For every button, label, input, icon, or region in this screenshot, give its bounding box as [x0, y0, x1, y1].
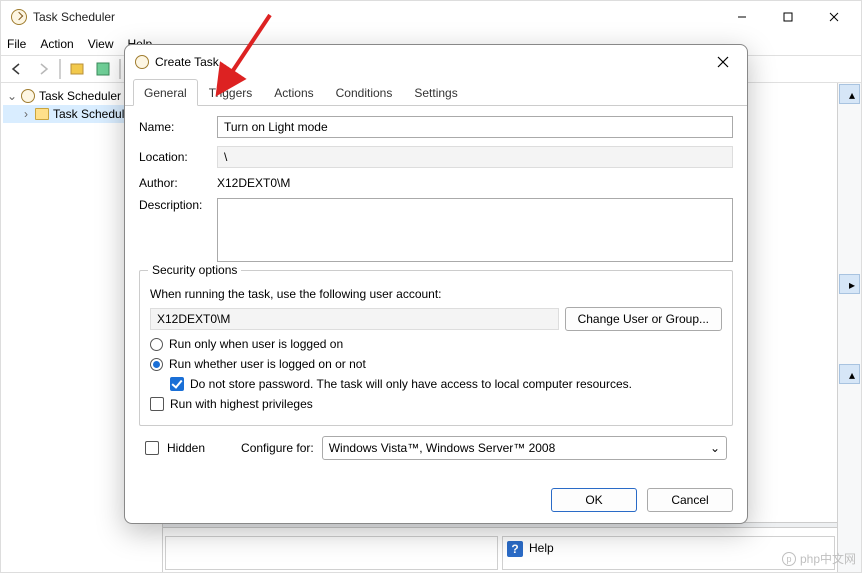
separator [119, 59, 121, 79]
actions-header-1[interactable]: ▴ [839, 84, 860, 104]
actions-header-2[interactable]: ▸ [839, 274, 860, 294]
actions-header-3[interactable]: ▴ [839, 364, 860, 384]
dialog-close-button[interactable] [709, 48, 737, 76]
watermark-text: php中文网 [800, 550, 856, 567]
chevron-right-icon: ▸ [849, 278, 855, 292]
hidden-label: Hidden [167, 441, 205, 455]
name-label: Name: [139, 120, 217, 134]
checkbox-do-not-store[interactable] [170, 377, 184, 391]
menu-view[interactable]: View [88, 37, 114, 51]
change-user-button[interactable]: Change User or Group... [565, 307, 722, 331]
checkbox-highest-priv-label: Run with highest privileges [170, 397, 313, 411]
description-input[interactable] [217, 198, 733, 262]
separator [59, 59, 61, 79]
tab-settings[interactable]: Settings [403, 79, 468, 106]
checkbox-highest-priv[interactable] [150, 397, 164, 411]
toolbar-btn-2[interactable] [91, 57, 115, 81]
bottom-panel: ? Help [163, 534, 837, 572]
dialog-buttons: OK Cancel [125, 477, 747, 523]
chevron-up-icon: ▴ [849, 88, 855, 102]
location-value: \ [217, 146, 733, 168]
author-label: Author: [139, 176, 217, 190]
radio-run-whether-label: Run whether user is logged on or not [169, 357, 366, 371]
help-label[interactable]: Help [529, 541, 554, 555]
tab-triggers[interactable]: Triggers [198, 79, 264, 106]
minimize-button[interactable] [719, 1, 765, 33]
author-value: X12DEXT0\M [217, 176, 733, 190]
menu-file[interactable]: File [7, 37, 26, 51]
tree-child-label: Task Schedule [53, 107, 131, 121]
menu-action[interactable]: Action [40, 37, 73, 51]
maximize-button[interactable] [765, 1, 811, 33]
location-label: Location: [139, 150, 217, 164]
forward-button[interactable] [31, 57, 55, 81]
app-icon [11, 9, 27, 25]
configure-for-select[interactable]: Windows Vista™, Windows Server™ 2008 ⌄ [322, 436, 727, 460]
when-running-label: When running the task, use the following… [150, 287, 442, 301]
dialog-titlebar: Create Task [125, 45, 747, 79]
ok-button[interactable]: OK [551, 488, 637, 512]
folder-icon [35, 108, 49, 120]
security-legend: Security options [148, 263, 241, 277]
configure-for-value: Windows Vista™, Windows Server™ 2008 [329, 441, 556, 455]
title-bar: Task Scheduler [1, 1, 861, 33]
dialog-icon [135, 55, 149, 69]
help-icon: ? [507, 541, 523, 557]
configure-for-label: Configure for: [241, 441, 314, 455]
cancel-button[interactable]: Cancel [647, 488, 733, 512]
close-button[interactable] [811, 1, 857, 33]
scheduler-icon [21, 89, 35, 103]
tab-actions[interactable]: Actions [263, 79, 324, 106]
radio-run-logged-on-label: Run only when user is logged on [169, 337, 343, 351]
tab-general[interactable]: General [133, 79, 198, 106]
create-task-dialog: Create Task General Triggers Actions Con… [124, 44, 748, 524]
chevron-down-icon: ⌄ [710, 441, 720, 455]
actions-pane: ▴ ▸ ▴ [837, 83, 861, 572]
tab-body: Name: Location: \ Author: X12DEXT0\M Des… [125, 106, 747, 477]
back-button[interactable] [5, 57, 29, 81]
tree-root-label: Task Scheduler (L [39, 89, 135, 103]
bottom-left [165, 536, 498, 570]
expand-icon[interactable]: › [21, 107, 31, 121]
checkbox-do-not-store-label: Do not store password. The task will onl… [190, 377, 632, 391]
tab-strip: General Triggers Actions Conditions Sett… [125, 79, 747, 106]
watermark-icon: p [782, 552, 796, 566]
toolbar-btn-1[interactable] [65, 57, 89, 81]
radio-run-logged-on[interactable] [150, 338, 163, 351]
account-field: X12DEXT0\M [150, 308, 559, 330]
watermark: p php中文网 [782, 550, 856, 567]
name-input[interactable] [217, 116, 733, 138]
window-title: Task Scheduler [33, 10, 115, 24]
checkbox-hidden[interactable] [145, 441, 159, 455]
radio-run-whether[interactable] [150, 358, 163, 371]
security-options-group: Security options When running the task, … [139, 270, 733, 426]
chevron-up-icon: ▴ [849, 368, 855, 382]
dialog-title: Create Task [155, 55, 219, 69]
tab-conditions[interactable]: Conditions [325, 79, 404, 106]
expand-icon[interactable]: ⌄ [7, 89, 17, 103]
description-label: Description: [139, 198, 217, 212]
